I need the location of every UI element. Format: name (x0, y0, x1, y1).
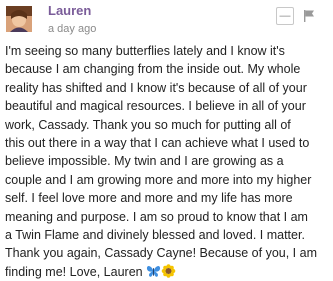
comment-controls: — (270, 6, 316, 26)
comment-line: meaning and purpose. I am so proud to kn… (5, 209, 308, 224)
comment-body: I'm seeing so many butterflies lately an… (5, 42, 332, 281)
sunflower-emoji (161, 264, 176, 278)
comment-line: work, Cassady. Thank you so much for put… (5, 117, 291, 132)
comment-line: beautiful and magical resources. I belie… (5, 99, 306, 114)
comment-line: because I am changing from the inside ou… (5, 62, 301, 77)
collapse-button[interactable]: — (276, 7, 294, 25)
comment-line: this out there in a way that I can achie… (5, 136, 310, 151)
author-name[interactable]: Lauren (48, 3, 91, 19)
flag-icon[interactable] (302, 9, 316, 23)
comment-line: reality has shifted and I know it's beca… (5, 80, 307, 95)
comment-text: I'm seeing so many butterflies lately an… (5, 44, 317, 279)
comment-line: a Twin Flame and divinely blessed and lo… (5, 228, 305, 243)
butterfly-emoji (147, 265, 161, 277)
comment-line: I'm seeing so many butterflies lately an… (5, 44, 285, 58)
avatar[interactable] (6, 6, 32, 32)
comment-line: self. I feel love more and more and my l… (5, 191, 293, 206)
comment-line: couple and I am growing more and more in… (5, 172, 312, 187)
comment-line: believe impossible. My twin and I are gr… (5, 154, 284, 169)
comment-line: Thank you again, Cassady Cayne! Because … (5, 246, 317, 261)
comment-line: finding me! Love, Lauren (5, 264, 143, 279)
comment-timestamp[interactable]: a day ago (48, 23, 96, 36)
